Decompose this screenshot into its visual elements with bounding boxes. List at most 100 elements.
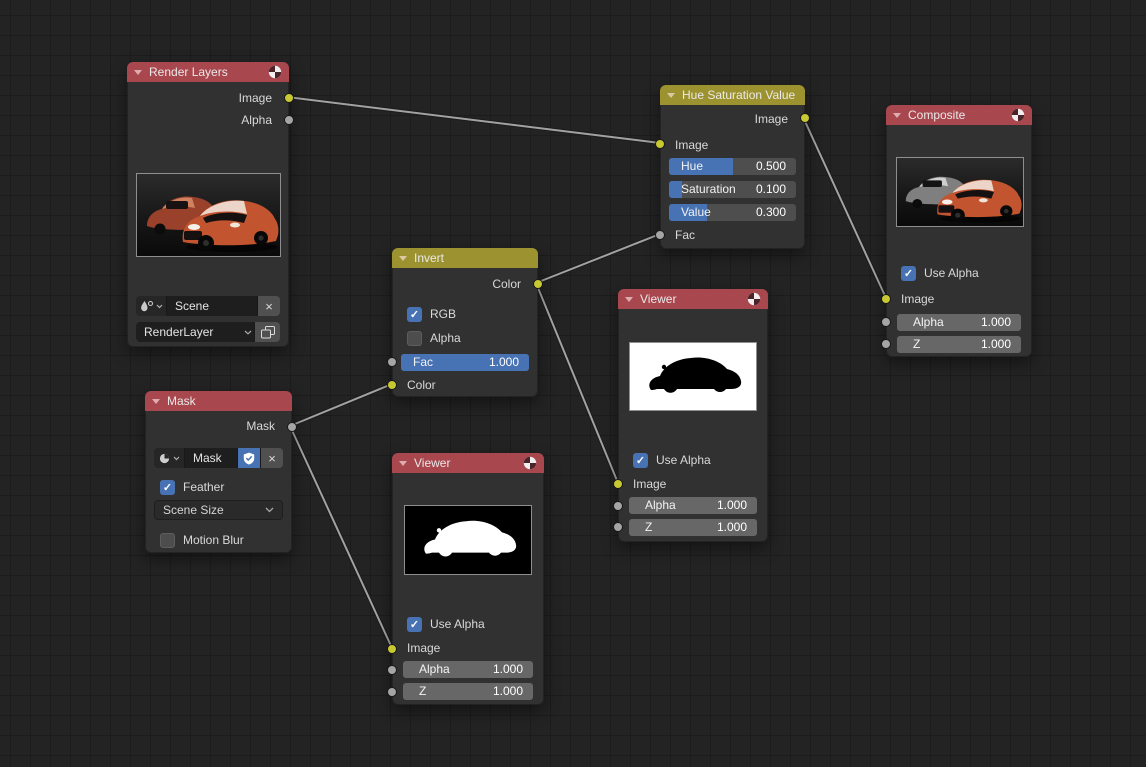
node-header[interactable]: Composite: [886, 105, 1032, 125]
unlink-scene-button[interactable]: ×: [258, 296, 280, 316]
shield-check-icon: [243, 452, 255, 465]
check-icon: ✓: [636, 454, 645, 467]
node-link-wire[interactable]: [803, 117, 886, 298]
node-invert[interactable]: Invert Color ✓ RGB Alpha Fac 1.000 Color: [392, 248, 538, 397]
node-header[interactable]: Mask: [145, 391, 292, 411]
motion-blur-checkbox[interactable]: [160, 533, 175, 548]
node-header[interactable]: Invert: [392, 248, 538, 268]
feather-row[interactable]: ✓ Feather: [160, 479, 224, 495]
collapse-arrow-icon[interactable]: [399, 256, 407, 261]
node-link-wire[interactable]: [290, 426, 392, 648]
preview-sphere-icon: [268, 65, 282, 79]
socket-input-image[interactable]: [881, 294, 891, 304]
saturation-slider[interactable]: Saturation 0.100: [669, 181, 796, 198]
socket-output-image[interactable]: [284, 93, 294, 103]
node-link-wire[interactable]: [803, 117, 886, 298]
collapse-arrow-icon[interactable]: [134, 70, 142, 75]
node-header[interactable]: Viewer: [392, 453, 544, 473]
node-link-wire[interactable]: [290, 426, 392, 648]
z-value-field[interactable]: Z 1.000: [629, 519, 757, 536]
node-link-wire[interactable]: [536, 283, 618, 483]
use-alpha-checkbox[interactable]: ✓: [633, 453, 648, 468]
socket-input-image[interactable]: [613, 479, 623, 489]
fac-slider[interactable]: Fac 1.000: [401, 354, 529, 371]
output-label-alpha: Alpha: [241, 111, 272, 129]
chevron-down-icon: [173, 456, 180, 461]
node-viewer-bottom[interactable]: Viewer ✓ Use Alpha Image Alpha 1.000 Z 1…: [392, 453, 544, 705]
mask-icon[interactable]: [154, 448, 185, 468]
socket-input-z[interactable]: [881, 339, 891, 349]
preview-sphere-icon: [747, 292, 761, 306]
use-alpha-checkbox[interactable]: ✓: [901, 266, 916, 281]
node-header[interactable]: Render Layers: [127, 62, 289, 82]
node-hue-saturation-value[interactable]: Hue Saturation Value Image Image Hue 0.5…: [660, 85, 805, 249]
node-link-wire[interactable]: [536, 234, 660, 283]
collapse-arrow-icon[interactable]: [625, 297, 633, 302]
socket-input-alpha[interactable]: [387, 665, 397, 675]
input-label-fac: Fac: [675, 226, 695, 244]
socket-input-color[interactable]: [387, 380, 397, 390]
unlink-mask-button[interactable]: ×: [261, 448, 283, 468]
motion-blur-row[interactable]: Motion Blur: [160, 532, 244, 548]
mask-selector[interactable]: Mask ×: [154, 448, 283, 468]
value-slider[interactable]: Value 0.300: [669, 204, 796, 221]
scene-selector[interactable]: Scene ×: [136, 296, 280, 316]
socket-input-z[interactable]: [613, 522, 623, 532]
node-render-layers[interactable]: Render Layers Image Alpha: [127, 62, 289, 347]
z-value-field[interactable]: Z 1.000: [403, 683, 533, 700]
size-mode-dropdown[interactable]: Scene Size: [154, 500, 283, 520]
use-alpha-row[interactable]: ✓ Use Alpha: [633, 452, 711, 468]
alpha-value-field[interactable]: Alpha 1.000: [629, 497, 757, 514]
z-value-field[interactable]: Z 1.000: [897, 336, 1021, 353]
alpha-checkbox[interactable]: [407, 331, 422, 346]
check-icon: ✓: [904, 267, 913, 280]
alpha-row[interactable]: Alpha: [407, 330, 461, 346]
collapse-arrow-icon[interactable]: [152, 399, 160, 404]
node-header[interactable]: Viewer: [618, 289, 768, 309]
node-link-wire[interactable]: [536, 234, 660, 283]
node-composite[interactable]: Composite: [886, 105, 1032, 357]
socket-output-alpha[interactable]: [284, 115, 294, 125]
feather-checkbox[interactable]: ✓: [160, 480, 175, 495]
node-title: Viewer: [640, 292, 676, 306]
collapse-arrow-icon[interactable]: [893, 113, 901, 118]
rgb-row[interactable]: ✓ RGB: [407, 306, 456, 322]
socket-input-z[interactable]: [387, 687, 397, 697]
node-editor-canvas[interactable]: Render Layers Image Alpha: [0, 0, 1146, 767]
scene-icon[interactable]: [136, 296, 167, 316]
socket-input-fac[interactable]: [655, 230, 665, 240]
socket-output-color[interactable]: [533, 279, 543, 289]
hue-slider[interactable]: Hue 0.500: [669, 158, 796, 175]
node-viewer-top[interactable]: Viewer ✓ Use Alpha Image Alpha 1.000 Z 1…: [618, 289, 768, 542]
node-link-wire[interactable]: [287, 97, 660, 143]
use-alpha-row[interactable]: ✓ Use Alpha: [901, 265, 979, 281]
input-label-image: Image: [675, 136, 708, 154]
socket-output-mask[interactable]: [287, 422, 297, 432]
render-layer-selector[interactable]: RenderLayer: [136, 322, 280, 342]
node-link-wire[interactable]: [287, 97, 660, 143]
use-alpha-row[interactable]: ✓ Use Alpha: [407, 616, 485, 632]
node-header[interactable]: Hue Saturation Value: [660, 85, 805, 105]
socket-input-alpha[interactable]: [881, 317, 891, 327]
collapse-arrow-icon[interactable]: [399, 461, 407, 466]
render-layers-stack-button[interactable]: [255, 322, 280, 342]
collapse-arrow-icon[interactable]: [667, 93, 675, 98]
render-layer-dropdown[interactable]: RenderLayer: [136, 322, 255, 342]
node-link-wire[interactable]: [536, 283, 618, 483]
fake-user-shield-button[interactable]: [238, 448, 261, 468]
node-title: Hue Saturation Value: [682, 88, 795, 102]
scene-name-field[interactable]: Scene: [167, 296, 258, 316]
socket-input-image[interactable]: [387, 644, 397, 654]
mask-name-field[interactable]: Mask: [185, 448, 238, 468]
use-alpha-checkbox[interactable]: ✓: [407, 617, 422, 632]
socket-output-image[interactable]: [800, 113, 810, 123]
alpha-value-field[interactable]: Alpha 1.000: [897, 314, 1021, 331]
socket-input-image[interactable]: [655, 139, 665, 149]
node-link-wire[interactable]: [290, 384, 392, 426]
alpha-value-field[interactable]: Alpha 1.000: [403, 661, 533, 678]
rgb-checkbox[interactable]: ✓: [407, 307, 422, 322]
socket-input-fac[interactable]: [387, 357, 397, 367]
node-mask[interactable]: Mask Mask Mask × ✓ Feather Scene Size: [145, 391, 292, 553]
node-link-wire[interactable]: [290, 384, 392, 426]
socket-input-alpha[interactable]: [613, 501, 623, 511]
